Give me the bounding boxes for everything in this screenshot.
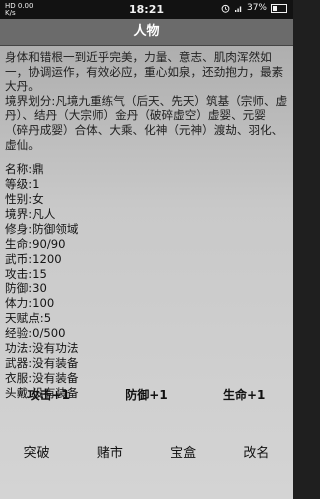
stat-line: 境界:凡人 <box>5 206 56 221</box>
stat-line: 功法:没有功法 <box>5 341 79 356</box>
status-right: 37% <box>221 3 287 13</box>
attack-plus-button[interactable]: 攻击+1 <box>20 382 78 407</box>
status-bar: HD 0.00 K/s 18:21 37% <box>0 0 293 19</box>
defense-plus-button[interactable]: 防御+1 <box>117 382 175 407</box>
stat-line: 修身:防御领域 <box>5 221 79 236</box>
action-buttons: 突破 赌市 宝盒 改名 <box>0 436 293 466</box>
gamble-market-button[interactable]: 赌市 <box>89 438 131 465</box>
stat-line: 防御:30 <box>5 281 47 296</box>
description-paragraph: 身体和错根一到近乎完美，力量、意志、肌肉浑然如一，协调运作，有效必应，重心如泉，… <box>5 50 284 94</box>
description-paragraph: 境界划分:凡境九重练气（后天、先天）筑基（宗师、虚丹）、结丹（大宗师）金丹（破碎… <box>5 93 288 152</box>
page-title: 人物 <box>0 19 293 46</box>
stat-line: 等级:1 <box>5 177 40 192</box>
stat-line: 天赋点:5 <box>5 311 52 326</box>
stat-line: 名称:鼎 <box>5 162 44 177</box>
breakthrough-button[interactable]: 突破 <box>16 438 58 465</box>
stat-line: 武器:没有装备 <box>5 355 79 370</box>
phone-screen: HD 0.00 K/s 18:21 37% 人物 身体和错根一到近乎完美，力量、… <box>0 0 293 499</box>
stat-line: 武币:1200 <box>5 251 62 266</box>
character-panel: 身体和错根一到近乎完美，力量、意志、肌肉浑然如一，协调运作，有效必应，重心如泉，… <box>5 50 289 401</box>
stat-line: 生命:90/90 <box>5 236 66 251</box>
description-text: 身体和错根一到近乎完美，力量、意志、肌肉浑然如一，协调运作，有效必应，重心如泉，… <box>5 50 289 152</box>
battery-icon <box>271 3 287 13</box>
boost-buttons: 攻击+1 防御+1 生命+1 <box>0 380 293 408</box>
battery-level <box>273 5 278 11</box>
character-stats: 名称:鼎 等级:1 性别:女 境界:凡人 修身:防御领域 生命:90/90 武币:1200 攻… <box>5 162 289 401</box>
stat-line: 攻击:15 <box>5 266 47 281</box>
battery-percent: 37% <box>246 3 267 13</box>
alarm-icon <box>221 4 230 13</box>
health-plus-button[interactable]: 生命+1 <box>215 382 273 407</box>
stat-line: 经验:0/500 <box>5 326 66 341</box>
signal-icon <box>234 4 243 13</box>
rename-button[interactable]: 改名 <box>235 438 277 465</box>
stat-line: 性别:女 <box>5 191 44 206</box>
stat-line: 体力:100 <box>5 296 55 311</box>
treasure-box-button[interactable]: 宝盒 <box>162 438 204 465</box>
